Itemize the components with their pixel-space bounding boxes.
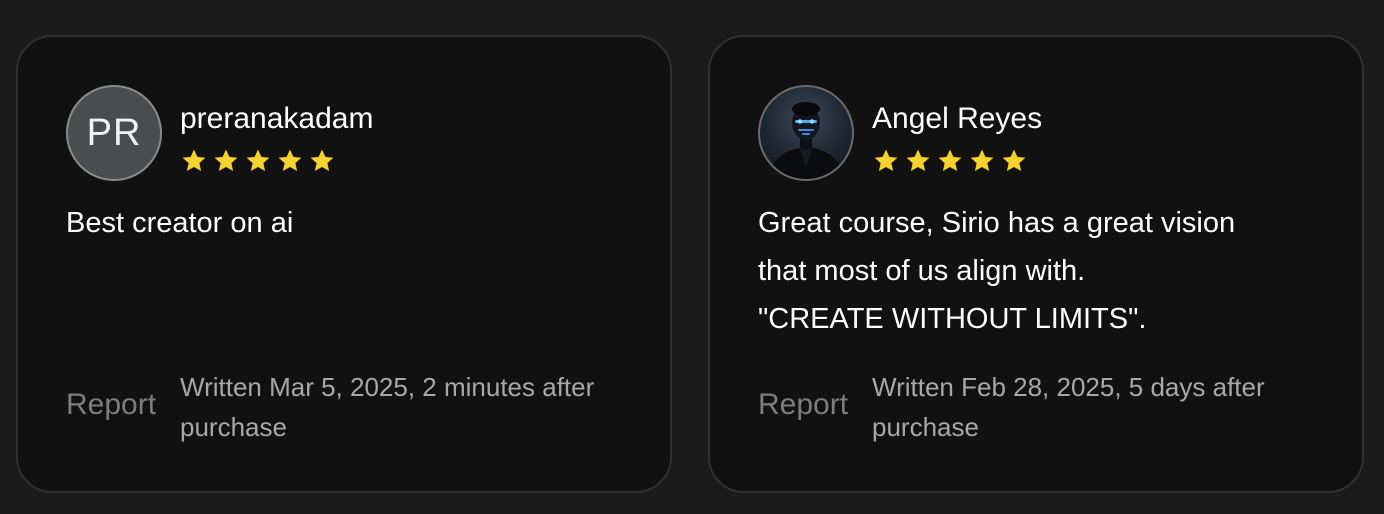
- review-text-line: that most of us align with.: [758, 255, 1086, 287]
- star-icon: [1002, 149, 1026, 172]
- reviewer-name: preranakadam: [180, 102, 374, 135]
- avatar: [758, 85, 854, 181]
- review-text: Great course, Sirio has a great vision t…: [758, 199, 1328, 343]
- star-icon: [310, 149, 334, 172]
- written-date: Written Mar 5, 2025, 2 minutes after pur…: [180, 372, 595, 442]
- star-icon: [906, 149, 930, 172]
- review-text: Best creator on ai: [66, 199, 636, 247]
- star-icon: [246, 149, 270, 172]
- report-button[interactable]: Report: [66, 387, 156, 423]
- review-text-line: "CREATE WITHOUT LIMITS".: [758, 303, 1147, 335]
- review-card: PR preranakadam Best creator on ai Repor…: [16, 35, 672, 493]
- star-icon: [970, 149, 994, 172]
- star-icon: [214, 149, 238, 172]
- user-photo-icon: [768, 102, 844, 179]
- reviewer-name: Angel Reyes: [872, 102, 1043, 135]
- report-button[interactable]: Report: [758, 387, 848, 423]
- review-text-line: Great course, Sirio has a great vision: [758, 207, 1236, 239]
- avatar: PR: [66, 85, 162, 181]
- star-rating: [872, 147, 1028, 175]
- avatar-initials: PR: [86, 111, 142, 154]
- written-date: Written Feb 28, 2025, 5 days after purch…: [872, 372, 1265, 442]
- review-text-line: Best creator on ai: [66, 207, 294, 239]
- star-rating: [180, 147, 336, 175]
- star-icon: [874, 149, 898, 172]
- star-icon: [938, 149, 962, 172]
- reviews-section: PR preranakadam Best creator on ai Repor…: [0, 0, 1384, 514]
- star-icon: [182, 149, 206, 172]
- review-card: Angel Reyes Great course, Sirio has a gr…: [708, 35, 1364, 493]
- star-icon: [278, 149, 302, 172]
